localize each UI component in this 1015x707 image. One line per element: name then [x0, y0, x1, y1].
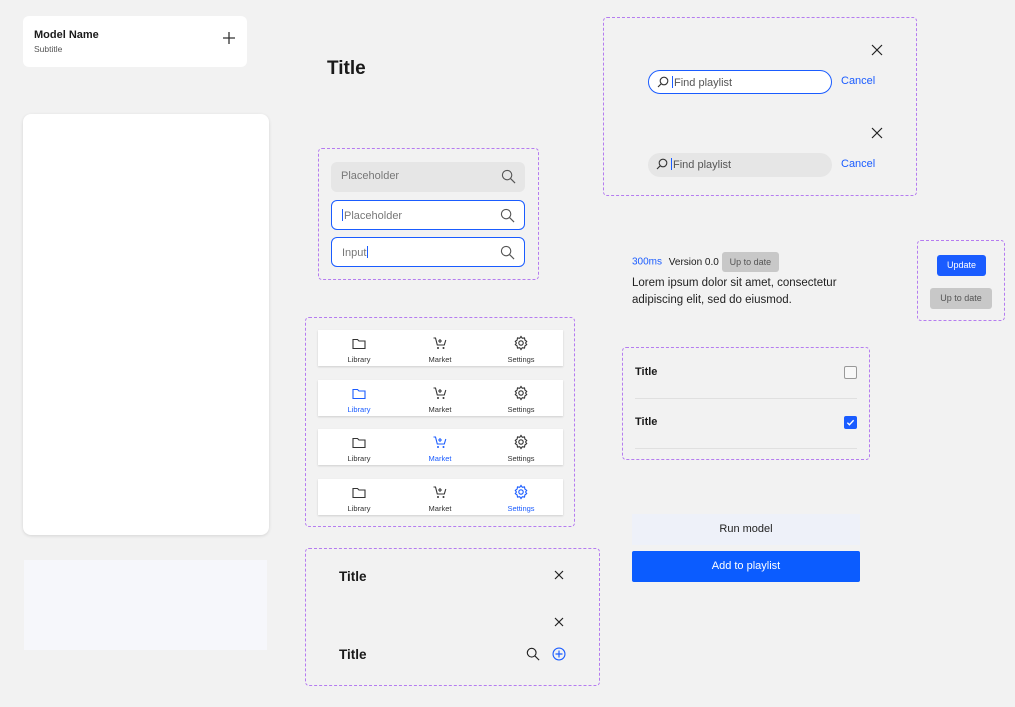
header-title: Title [339, 569, 367, 584]
find-playlist-placeholder: Find playlist [673, 159, 732, 171]
plus-icon[interactable] [222, 31, 236, 45]
checkbox-checked[interactable] [844, 416, 857, 429]
tab-bar: Library Market Settings [318, 478, 563, 515]
checkbox-list: Title Title [622, 347, 870, 460]
tab-library[interactable]: Library [329, 429, 389, 465]
tab-market[interactable]: Market [410, 380, 470, 416]
close-icon[interactable] [554, 570, 564, 580]
cart-icon [433, 386, 447, 399]
model-card: Model Name Subtitle [23, 16, 247, 67]
gear-icon [514, 434, 528, 450]
search-icon [501, 169, 516, 184]
tab-market[interactable]: Market [410, 479, 470, 515]
folder-icon [352, 388, 366, 399]
gear-icon [514, 484, 528, 499]
tab-label: Settings [507, 355, 535, 364]
tab-label: Library [347, 404, 371, 414]
gear-icon [514, 385, 528, 400]
checkbox-unchecked[interactable] [844, 366, 857, 379]
gear-icon [514, 335, 528, 351]
page-title: Title [327, 58, 366, 79]
tab-library[interactable]: Library [329, 330, 389, 366]
find-playlist-input[interactable]: Find playlist [648, 153, 832, 177]
update-button-variants: Update Up to date [917, 240, 1005, 321]
search-placeholder: Placeholder [341, 170, 400, 182]
tab-label: Library [347, 454, 371, 463]
search-icon [500, 208, 515, 223]
tab-bar: Library Market Settings [318, 330, 563, 366]
update-button[interactable]: Update [937, 255, 986, 276]
search-input-default[interactable]: Placeholder [331, 162, 525, 192]
tab-label: Settings [507, 404, 535, 414]
tab-label: Market [428, 454, 452, 463]
cart-icon [433, 337, 447, 349]
add-to-playlist-button[interactable]: Add to playlist [632, 551, 860, 582]
header-variants: Title Title [305, 548, 600, 686]
search-icon[interactable] [526, 647, 540, 661]
search-input-focused[interactable]: Placeholder [331, 200, 525, 230]
close-icon[interactable] [554, 617, 564, 627]
cart-icon [433, 436, 447, 448]
model-subtitle: Subtitle [34, 44, 63, 54]
find-playlist-placeholder: Find playlist [674, 77, 733, 89]
tab-settings[interactable]: Settings [491, 380, 551, 416]
version-row: 300ms Version 0.0 Up to date [632, 252, 780, 272]
cancel-button[interactable]: Cancel [841, 75, 875, 87]
search-icon [656, 158, 668, 170]
tab-settings[interactable]: Settings [491, 330, 551, 366]
search-field-variants: Placeholder Placeholder Input [318, 148, 539, 280]
tab-label: Library [347, 355, 371, 364]
search-placeholder: Placeholder [344, 210, 403, 222]
version-label: Version 0.0 [668, 256, 719, 268]
tab-market[interactable]: Market [410, 429, 470, 465]
tab-label: Market [428, 404, 452, 414]
folder-icon [352, 437, 366, 449]
status-badge: Up to date [721, 252, 780, 272]
tab-settings[interactable]: Settings [491, 429, 551, 465]
find-playlist-variants: Find playlist Cancel Find playlist Cance… [603, 17, 917, 196]
close-icon[interactable] [871, 44, 883, 56]
header-title: Title [339, 647, 367, 662]
footer-panel [24, 560, 267, 650]
cart-icon [433, 485, 447, 498]
list-item[interactable]: Title [635, 348, 857, 399]
tab-bar: Library Market Settings [318, 429, 563, 465]
content-panel [23, 114, 269, 535]
tab-settings[interactable]: Settings [491, 479, 551, 515]
find-playlist-input[interactable]: Find playlist [648, 70, 832, 94]
tab-label: Settings [507, 454, 535, 463]
cancel-button[interactable]: Cancel [841, 158, 875, 170]
tab-market[interactable]: Market [410, 330, 470, 366]
latency-label: 300ms [632, 256, 663, 268]
tab-label: Market [428, 503, 452, 513]
model-name: Model Name [34, 29, 99, 41]
tab-library[interactable]: Library [329, 380, 389, 416]
tab-label: Market [428, 355, 452, 364]
folder-icon [352, 487, 366, 498]
add-circle-icon[interactable] [552, 647, 566, 661]
check-icon [846, 419, 855, 426]
tab-library[interactable]: Library [329, 479, 389, 515]
tab-label: Settings [507, 503, 535, 513]
tab-bar: Library Market Settings [318, 379, 563, 416]
search-icon [500, 245, 515, 260]
list-item[interactable]: Title [635, 398, 857, 449]
folder-icon [352, 338, 366, 350]
search-value: Input [342, 247, 367, 259]
tab-label: Library [347, 503, 371, 513]
search-input-filled[interactable]: Input [331, 237, 525, 267]
list-item-title: Title [635, 416, 658, 428]
run-model-button[interactable]: Run model [632, 514, 860, 545]
up-to-date-button: Up to date [930, 288, 992, 309]
tab-bar-variants: Library Market Settings Library Market Settin… [305, 317, 575, 527]
list-item-title: Title [635, 366, 658, 378]
close-icon[interactable] [871, 127, 883, 139]
description-text: Lorem ipsum dolor sit amet, consectetur … [632, 277, 837, 306]
search-icon [657, 76, 669, 88]
